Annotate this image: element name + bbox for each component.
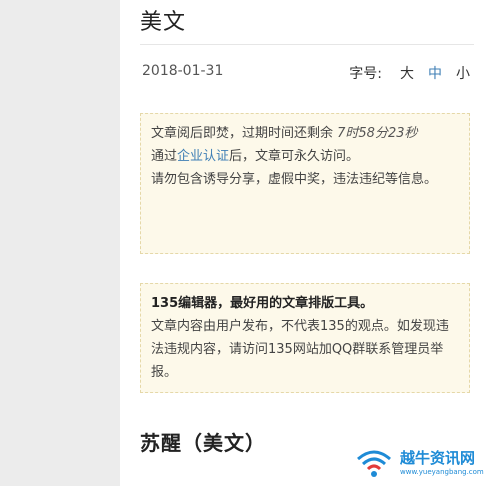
editor-notice: 135编辑器，最好用的文章排版工具。 文章内容由用户发布，不代表135的观点。如… — [140, 283, 470, 393]
enterprise-verify-link[interactable]: 企业认证 — [177, 149, 229, 164]
publish-date: 2018-01-31 — [142, 63, 224, 79]
site-watermark: 越牛资讯网 www.yueyangbang.com — [352, 444, 502, 482]
editor-disclaimer: 文章内容由用户发布，不代表135的观点。如发现违法违规内容，请访问135网站加Q… — [151, 319, 449, 380]
watermark-name: 越牛资讯网 — [400, 449, 476, 467]
expiry-line: 文章阅后即焚，过期时间还剩余 7时58分23秒 — [151, 122, 459, 145]
watermark-url: www.yueyangbang.com — [400, 468, 484, 476]
verify-prefix: 通过 — [151, 149, 178, 164]
countdown-timer: 7时58分23秒 — [337, 126, 418, 141]
warning-line: 请勿包含诱导分享，虚假中奖，违法违纪等信息。 — [151, 172, 438, 187]
article-title: 美文 — [140, 10, 187, 35]
article-subtitle: 苏醒（美文） — [140, 431, 266, 455]
wifi-logo-icon — [357, 450, 391, 477]
title-divider — [140, 44, 474, 45]
expiry-notice: 文章阅后即焚，过期时间还剩余 7时58分23秒 通过企业认证后，文章可永久访问。… — [140, 113, 470, 254]
font-size-switcher: 字号: 大 中 小 — [349, 63, 470, 83]
verify-suffix: 后，文章可永久访问。 — [229, 149, 360, 164]
font-size-medium-button[interactable]: 中 — [428, 63, 442, 83]
font-size-label: 字号: — [349, 66, 382, 82]
font-size-small-button[interactable]: 小 — [456, 63, 470, 83]
expiry-text: 文章阅后即焚，过期时间还剩余 — [151, 126, 338, 141]
article-page: 美文 2018-01-31 字号: 大 中 小 文章阅后即焚，过期时间还剩余 7… — [120, 0, 504, 486]
editor-heading: 135编辑器，最好用的文章排版工具。 — [151, 296, 374, 311]
verify-line: 通过企业认证后，文章可永久访问。 — [151, 145, 459, 168]
font-size-large-button[interactable]: 大 — [400, 63, 414, 83]
